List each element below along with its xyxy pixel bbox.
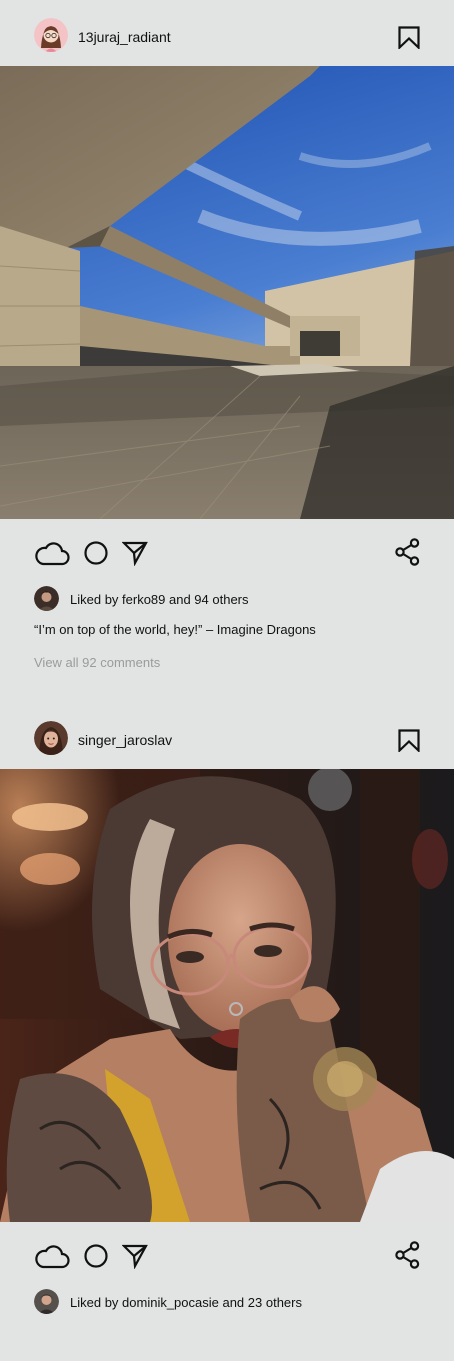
post-actions (0, 519, 454, 585)
send-icon[interactable] (122, 1243, 148, 1269)
likes-row: Liked by ferko89 and 94 others (0, 586, 454, 614)
likes-row: Liked by dominik_pocasie and 23 others (0, 1289, 454, 1317)
share-icon[interactable] (395, 1241, 421, 1269)
username[interactable]: 13juraj_radiant (78, 29, 171, 45)
post-image[interactable] (0, 769, 454, 1222)
send-icon[interactable] (122, 540, 148, 566)
post-1: 13juraj_radiant Liked by ferko89 and 94 … (0, 0, 454, 703)
post-2: singer_jaroslav Liked by dominik_pocasie… (0, 703, 454, 1361)
circle-icon[interactable] (83, 540, 109, 566)
view-comments-link[interactable]: View all 92 comments (34, 655, 160, 670)
likes-text[interactable]: Liked by ferko89 and 94 others (70, 592, 249, 607)
likes-text[interactable]: Liked by dominik_pocasie and 23 others (70, 1295, 302, 1310)
share-icon[interactable] (395, 538, 421, 566)
bookmark-icon[interactable] (398, 26, 420, 51)
bookmark-icon[interactable] (398, 729, 420, 754)
avatar[interactable] (34, 1289, 59, 1314)
post-caption: “I’m on top of the world, hey!” – Imagin… (34, 622, 316, 637)
username[interactable]: singer_jaroslav (78, 732, 172, 748)
circle-icon[interactable] (83, 1243, 109, 1269)
post-header: singer_jaroslav (0, 703, 454, 769)
avatar[interactable] (34, 18, 68, 52)
avatar[interactable] (34, 586, 59, 611)
avatar[interactable] (34, 721, 68, 755)
cloud-icon[interactable] (34, 540, 70, 566)
post-header: 13juraj_radiant (0, 0, 454, 66)
post-image[interactable] (0, 66, 454, 519)
post-actions (0, 1222, 454, 1288)
cloud-icon[interactable] (34, 1243, 70, 1269)
